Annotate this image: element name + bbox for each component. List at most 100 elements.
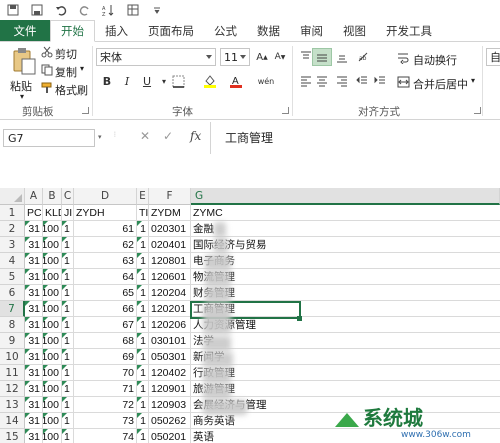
- cell-f12[interactable]: 120901: [149, 381, 191, 397]
- cell-d3[interactable]: 62: [74, 237, 137, 253]
- sort-icon[interactable]: AZ: [102, 3, 116, 17]
- cell-d5[interactable]: 64: [74, 269, 137, 285]
- enter-icon[interactable]: ✓: [163, 129, 173, 143]
- wrap-text-icon[interactable]: [396, 51, 410, 65]
- row-header[interactable]: 9: [0, 333, 25, 349]
- cell-d9[interactable]: 68: [74, 333, 137, 349]
- cell-e7[interactable]: 1: [137, 301, 149, 317]
- row-header[interactable]: 7: [0, 301, 25, 317]
- cell-c14[interactable]: 1: [62, 413, 74, 429]
- decrease-indent-icon[interactable]: [352, 72, 372, 90]
- cell-e3[interactable]: 1: [137, 237, 149, 253]
- cell-b11[interactable]: 100: [43, 365, 62, 381]
- cell-f6[interactable]: 120204: [149, 285, 191, 301]
- cell-b3[interactable]: 100: [43, 237, 62, 253]
- cell-e2[interactable]: 1: [137, 221, 149, 237]
- cell-c10[interactable]: 1: [62, 349, 74, 365]
- formula-bar-grip-icon[interactable]: ⋮: [112, 131, 118, 138]
- cell-d6[interactable]: 65: [74, 285, 137, 301]
- cell-b12[interactable]: 100: [43, 381, 62, 397]
- cell-e1[interactable]: TI: [137, 205, 149, 221]
- cell-c7[interactable]: 1: [62, 301, 74, 317]
- italic-button[interactable]: I: [117, 72, 137, 90]
- row-header[interactable]: 2: [0, 221, 25, 237]
- cell-c15[interactable]: 1: [62, 429, 74, 443]
- cell-g1[interactable]: ZYMC: [191, 205, 500, 221]
- row-header[interactable]: 15: [0, 429, 25, 443]
- row-header[interactable]: 4: [0, 253, 25, 269]
- cell-c6[interactable]: 1: [62, 285, 74, 301]
- cell-c11[interactable]: 1: [62, 365, 74, 381]
- cell-b4[interactable]: 100: [43, 253, 62, 269]
- cell-b2[interactable]: 100: [43, 221, 62, 237]
- cell-f15[interactable]: 050201: [149, 429, 191, 443]
- cell-c3[interactable]: 1: [62, 237, 74, 253]
- cell-e14[interactable]: 1: [137, 413, 149, 429]
- cell-b6[interactable]: 100: [43, 285, 62, 301]
- increase-font-icon[interactable]: A ▲: [252, 48, 272, 66]
- cell-b9[interactable]: 100: [43, 333, 62, 349]
- copy-dropdown-icon[interactable]: ▾: [80, 64, 84, 73]
- redo-icon[interactable]: [78, 3, 92, 17]
- cell-f7[interactable]: 120201: [149, 301, 191, 317]
- cell-a4[interactable]: 31: [25, 253, 43, 269]
- formula-input[interactable]: 工商管理: [225, 129, 273, 146]
- cell-f1[interactable]: ZYDM: [149, 205, 191, 221]
- cell-g8[interactable]: 人力资源管理: [191, 317, 500, 333]
- cell-f5[interactable]: 120601: [149, 269, 191, 285]
- cell-e9[interactable]: 1: [137, 333, 149, 349]
- cell-c4[interactable]: 1: [62, 253, 74, 269]
- cell-d11[interactable]: 70: [74, 365, 137, 381]
- cell-c13[interactable]: 1: [62, 397, 74, 413]
- row-header[interactable]: 13: [0, 397, 25, 413]
- cell-b1[interactable]: KLDM: [43, 205, 62, 221]
- column-header-d[interactable]: D: [74, 188, 137, 205]
- cell-f13[interactable]: 120903: [149, 397, 191, 413]
- cell-a3[interactable]: 31: [25, 237, 43, 253]
- cell-e10[interactable]: 1: [137, 349, 149, 365]
- tab-review[interactable]: 审阅: [290, 20, 333, 41]
- cell-f2[interactable]: 020301: [149, 221, 191, 237]
- cell-f9[interactable]: 030101: [149, 333, 191, 349]
- cell-d8[interactable]: 67: [74, 317, 137, 333]
- border-icon[interactable]: [168, 72, 188, 90]
- cell-g5[interactable]: 物流管理: [191, 269, 500, 285]
- cell-g10[interactable]: 新闻学: [191, 349, 500, 365]
- cell-g9[interactable]: 法学: [191, 333, 500, 349]
- column-header-a[interactable]: A: [25, 188, 43, 205]
- save-icon[interactable]: [6, 3, 20, 17]
- row-header[interactable]: 10: [0, 349, 25, 365]
- insert-function-button[interactable]: fx: [190, 129, 201, 143]
- cell-a2[interactable]: 31: [25, 221, 43, 237]
- cell-g7[interactable]: 工商管理: [191, 301, 500, 317]
- cancel-icon[interactable]: ✕: [140, 129, 150, 143]
- freeze-icon[interactable]: [126, 3, 140, 17]
- cell-d15[interactable]: 74: [74, 429, 137, 443]
- merge-center-icon[interactable]: [396, 75, 410, 89]
- merge-dropdown-icon[interactable]: ▾: [471, 76, 475, 85]
- paste-icon[interactable]: [10, 46, 38, 76]
- orientation-icon[interactable]: ab: [354, 48, 374, 66]
- cell-f10[interactable]: 050301: [149, 349, 191, 365]
- font-color-icon[interactable]: A: [226, 72, 246, 90]
- cell-a10[interactable]: 31: [25, 349, 43, 365]
- cell-b8[interactable]: 100: [43, 317, 62, 333]
- undo-icon[interactable]: [54, 3, 68, 17]
- cell-g12[interactable]: 旅游管理: [191, 381, 500, 397]
- cell-a1[interactable]: PCI: [25, 205, 43, 221]
- increase-indent-icon[interactable]: [370, 72, 390, 90]
- scissors-icon[interactable]: [40, 45, 54, 59]
- name-box-dropdown-icon[interactable]: ▾: [98, 133, 102, 141]
- cell-g6[interactable]: 财务管理: [191, 285, 500, 301]
- cell-e13[interactable]: 1: [137, 397, 149, 413]
- tab-developer[interactable]: 开发工具: [376, 20, 442, 41]
- cell-e12[interactable]: 1: [137, 381, 149, 397]
- align-center-icon[interactable]: [312, 72, 332, 90]
- column-header-e[interactable]: E: [137, 188, 149, 205]
- tab-page-layout[interactable]: 页面布局: [138, 20, 204, 41]
- row-header[interactable]: 11: [0, 365, 25, 381]
- font-name-combo[interactable]: 宋体: [96, 48, 216, 66]
- cell-g2[interactable]: 金融: [191, 221, 500, 237]
- tab-data[interactable]: 数据: [247, 20, 290, 41]
- name-box[interactable]: G7: [3, 129, 95, 147]
